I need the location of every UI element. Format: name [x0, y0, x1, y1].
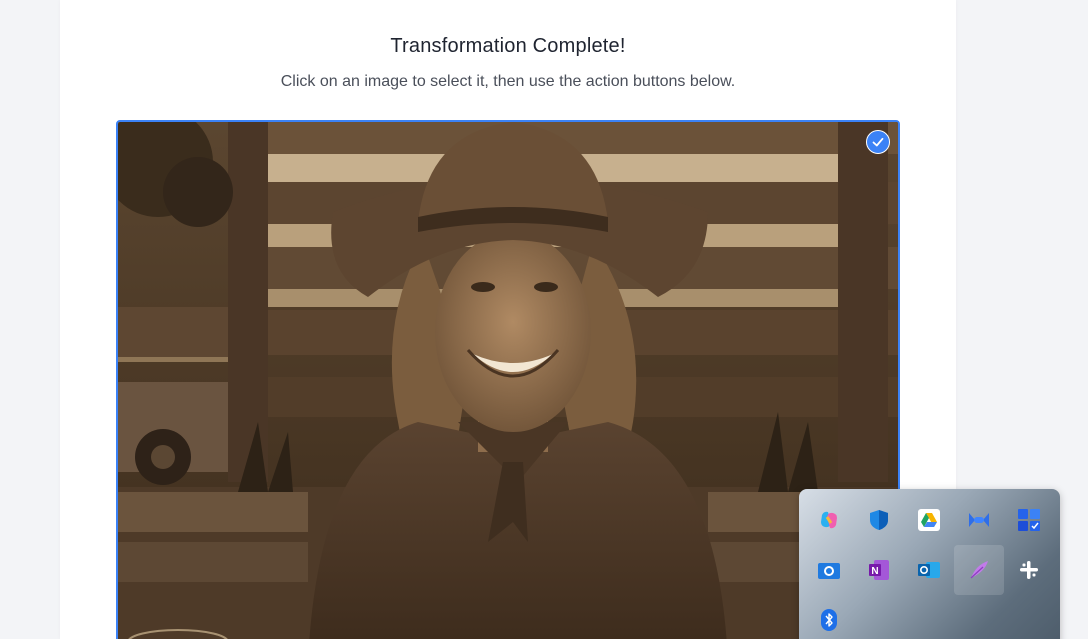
- svg-text:N: N: [871, 566, 878, 577]
- feather-pen-icon[interactable]: [954, 545, 1004, 595]
- defender-icon[interactable]: [854, 495, 904, 545]
- google-drive-icon[interactable]: [904, 495, 954, 545]
- onenote-icon[interactable]: N: [854, 545, 904, 595]
- bluetooth-icon[interactable]: [804, 595, 854, 639]
- selected-check-icon: [866, 130, 890, 154]
- slack-icon[interactable]: [1004, 545, 1054, 595]
- copilot-icon[interactable]: [804, 495, 854, 545]
- meeting-app-icon[interactable]: [954, 495, 1004, 545]
- sepia-portrait-image: [118, 122, 898, 639]
- page-title: Transformation Complete!: [390, 35, 626, 57]
- result-image-card[interactable]: [116, 120, 900, 639]
- outlook-icon[interactable]: [904, 545, 954, 595]
- page-subtitle: Click on an image to select it, then use…: [280, 73, 736, 90]
- tasks-app-icon[interactable]: [1004, 495, 1054, 545]
- system-tray-overflow: N: [799, 489, 1060, 639]
- camera-app-icon[interactable]: [804, 545, 854, 595]
- page: Transformation Complete! Click on an ima…: [0, 0, 1088, 639]
